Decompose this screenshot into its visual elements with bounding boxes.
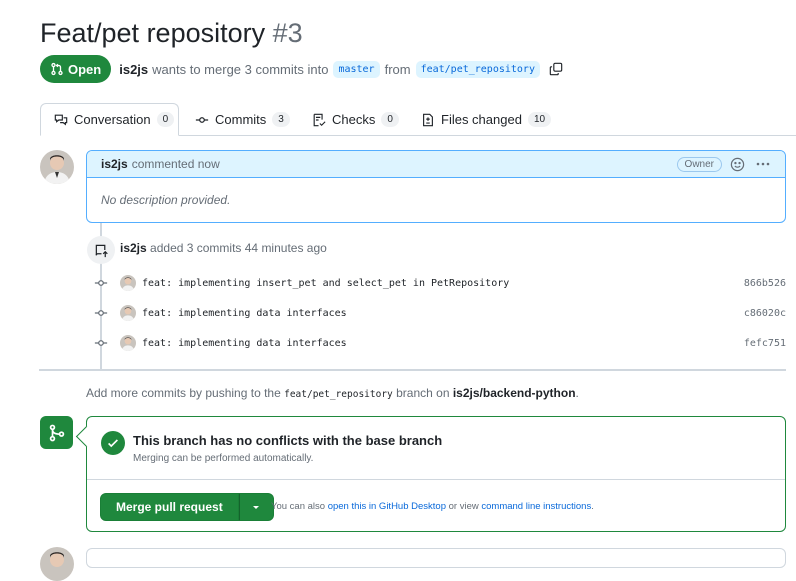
push-info-repo: is2js/backend-python [452,386,576,400]
push-info-middle: branch on [396,386,450,400]
tab-checks-label: Checks [332,112,376,127]
git-commit-icon [195,116,209,123]
push-event-badge [87,236,115,264]
merge-status-title: This branch has no conflicts with the ba… [133,433,443,448]
open-in-desktop-link[interactable]: open this in GitHub Desktop [328,501,446,512]
avatar[interactable] [40,547,74,581]
push-info-line: Add more commits by pushing to the feat/… [86,386,579,400]
comment-discussion-icon [54,114,68,126]
state-label: Open [68,61,102,77]
merge-alt-middle: or view [448,501,479,512]
commit-message[interactable]: feat: implementing data interfaces [142,308,744,319]
commit-author-avatar[interactable] [120,275,136,291]
pr-title: Feat/pet repository #3 [40,14,303,52]
merge-alternatives: You can also open this in GitHub Desktop… [271,501,594,512]
merge-box: This branch has no conflicts with the ba… [86,416,786,532]
kebab-horizontal-icon[interactable] [755,156,771,172]
comment-action[interactable]: commented now [132,157,220,171]
tab-conversation-count: 0 [156,112,175,127]
tab-checks-count: 0 [381,112,399,127]
tab-commits[interactable]: Commits 3 [195,103,290,136]
git-pull-request-icon [51,62,63,76]
comment-author[interactable]: is2js [101,157,128,171]
check-circle-icon [101,431,125,455]
copy-icon[interactable] [549,62,563,76]
pr-description-comment: is2js commented now Owner No description… [86,150,786,223]
command-line-instructions-link[interactable]: command line instructions [481,501,591,512]
git-commit-icon [94,340,108,346]
tab-files-label: Files changed [441,112,522,127]
pr-state-row: Open is2js wants to merge 3 commits into… [40,55,563,83]
pr-number: #3 [272,18,303,48]
new-comment-box [86,548,786,568]
merge-text: wants to merge 3 commits into [152,61,329,77]
avatar[interactable] [40,150,74,184]
tab-files-count: 10 [527,112,552,127]
git-merge-icon [49,424,64,441]
pr-author-link[interactable]: is2js [119,62,148,77]
pr-title-text: Feat/pet repository [40,18,266,48]
smiley-icon[interactable] [730,157,745,172]
push-info-prefix: Add more commits by pushing to the [86,386,281,400]
merge-status-subtitle: Merging can be performed automatically. [133,453,314,464]
merge-alt-prefix: You can also [271,501,326,512]
tab-files-changed[interactable]: Files changed 10 [421,103,552,136]
push-info-branch: feat/pet_repository [284,389,393,400]
repo-push-icon [95,244,108,257]
commit-row: feat: implementing data interfaces c8602… [94,304,786,322]
push-event-author[interactable]: is2js [120,241,147,255]
head-branch[interactable]: feat/pet_repository [415,60,540,78]
state-badge: Open [40,55,112,83]
push-event-text: is2js added 3 commits 44 minutes ago [120,241,327,255]
merge-button-group: Merge pull request [100,493,274,521]
merge-status-icon-badge [40,416,73,449]
commit-sha[interactable]: fefc751 [744,338,786,349]
tab-conversation[interactable]: Conversation 0 [40,103,179,136]
commit-message[interactable]: feat: implementing insert_pet and select… [142,278,744,289]
commit-message[interactable]: feat: implementing data interfaces [142,338,744,349]
comment-header: is2js commented now Owner [87,151,785,178]
tab-conversation-label: Conversation [74,112,151,127]
comment-body: No description provided. [101,193,231,207]
merge-options-dropdown[interactable] [238,493,274,521]
commit-author-avatar[interactable] [120,305,136,321]
commit-row: feat: implementing data interfaces fefc7… [94,334,786,352]
merge-pull-request-button[interactable]: Merge pull request [100,493,239,521]
commit-sha[interactable]: 866b526 [744,278,786,289]
file-diff-icon [423,113,433,126]
owner-badge: Owner [676,156,722,172]
triangle-down-icon [253,506,260,509]
git-commit-icon [94,310,108,316]
checklist-icon [313,113,326,126]
tab-commits-count: 3 [272,112,290,127]
merge-text-from: from [384,61,411,77]
commit-row: feat: implementing insert_pet and select… [94,274,786,292]
tab-commits-label: Commits [215,112,267,127]
tab-checks[interactable]: Checks 0 [312,103,399,136]
merge-alt-suffix: . [591,501,594,512]
commit-sha[interactable]: c86020c [744,308,786,319]
merge-box-separator [87,479,785,480]
base-branch[interactable]: master [333,60,380,78]
commit-author-avatar[interactable] [120,335,136,351]
git-commit-icon [94,280,108,286]
timeline-divider [39,369,786,371]
push-info-suffix: . [575,386,579,400]
push-event-description: added 3 commits 44 minutes ago [150,241,327,255]
